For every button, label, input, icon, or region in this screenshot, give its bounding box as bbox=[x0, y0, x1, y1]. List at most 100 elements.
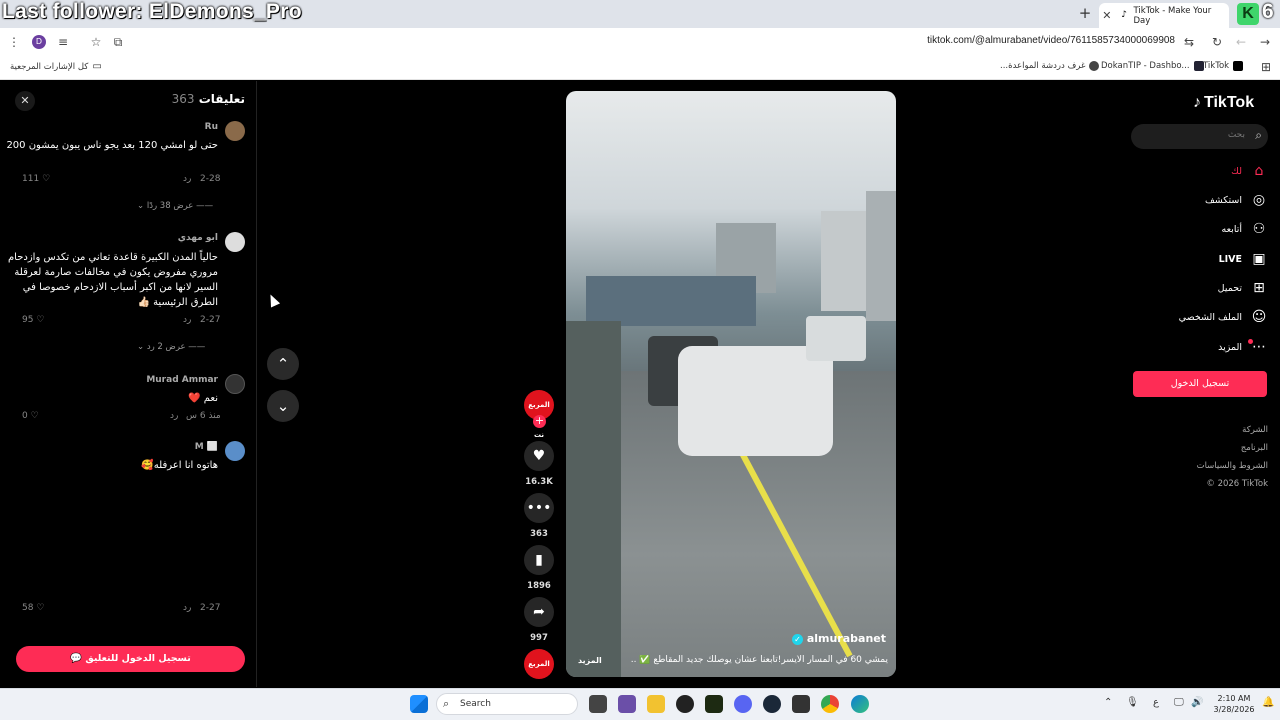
reading-list-icon[interactable]: ≡ bbox=[55, 34, 71, 50]
microphone-icon[interactable]: 🎙 bbox=[1126, 697, 1139, 708]
bookmark-item[interactable]: DokanTIP - Dashbo... bbox=[1101, 61, 1204, 71]
network-icon[interactable]: 🖵 bbox=[1174, 697, 1184, 708]
view-replies-button[interactable]: ⌄ عرض 2 رد —— bbox=[137, 342, 205, 352]
comment-bubble-icon: 💬 bbox=[70, 653, 83, 664]
bookmark-item[interactable]: ...غرف دردشة المواعدة bbox=[1000, 61, 1100, 71]
star-icon[interactable]: ☆ bbox=[88, 34, 104, 50]
video-username[interactable]: ✓ almurabanet bbox=[791, 632, 886, 645]
forward-icon[interactable]: ← bbox=[1233, 34, 1249, 50]
footer-program-link[interactable]: البرنامج bbox=[1241, 443, 1268, 453]
comment-like-button[interactable]: 58 ♡ bbox=[22, 603, 44, 613]
next-video-button[interactable]: ⌄ bbox=[267, 390, 299, 422]
login-button[interactable]: تسجيل الدخول bbox=[1133, 371, 1267, 397]
comment-like-button[interactable]: 0 ♡ bbox=[22, 411, 39, 421]
comment-author[interactable]: Murad Ammar bbox=[146, 375, 218, 385]
comment-author[interactable]: Ru bbox=[205, 122, 218, 132]
previous-video-button[interactable]: ⌃ bbox=[267, 348, 299, 380]
comment-button[interactable]: ••• 363 bbox=[524, 493, 554, 539]
tiktok-logo[interactable]: ♪ TikTok bbox=[1193, 94, 1254, 112]
chevron-down-icon: ⌄ bbox=[276, 397, 290, 415]
reply-button[interactable]: رد bbox=[183, 315, 191, 325]
chevron-up-icon: ⌃ bbox=[276, 355, 290, 373]
extension-k-icon[interactable]: K bbox=[1237, 3, 1259, 25]
view-replies-button[interactable]: ⌄ عرض 38 ردًا —— bbox=[137, 201, 213, 211]
taskbar-clock[interactable]: 2:10 AM 3/28/2026 bbox=[1210, 693, 1258, 715]
task-view-icon[interactable] bbox=[589, 695, 607, 713]
following-icon: ⚇ bbox=[1252, 221, 1266, 237]
chevron-up-icon[interactable]: ⌃ bbox=[1104, 697, 1112, 708]
footer-company-link[interactable]: الشركة bbox=[1242, 425, 1268, 435]
file-explorer-icon[interactable] bbox=[647, 695, 665, 713]
reload-icon[interactable]: ↻ bbox=[1209, 34, 1225, 50]
terminal-icon[interactable] bbox=[705, 695, 723, 713]
discord-icon[interactable] bbox=[734, 695, 752, 713]
comment-like-button[interactable]: 111 ♡ bbox=[22, 174, 50, 184]
avatar[interactable] bbox=[225, 121, 245, 141]
comment-text: حالياً المدن الكبيرة قاعدة تعاني من تكدس… bbox=[7, 252, 218, 308]
app-icon[interactable] bbox=[792, 695, 810, 713]
follow-plus-button[interactable]: + bbox=[533, 415, 546, 428]
avatar[interactable] bbox=[225, 441, 245, 461]
menu-dots-icon[interactable]: ⋮ bbox=[6, 34, 22, 50]
music-disc-avatar[interactable]: المربع نت bbox=[524, 649, 554, 698]
video-player[interactable] bbox=[566, 91, 896, 677]
login-to-comment-button[interactable]: تسجيل الدخول للتعليق 💬 bbox=[16, 646, 245, 672]
share-button[interactable]: ➦ 997 bbox=[524, 597, 554, 643]
overpass bbox=[586, 276, 756, 326]
chevron-down-icon: ⌄ bbox=[137, 201, 145, 211]
reply-button[interactable]: رد bbox=[183, 174, 191, 184]
close-tab-icon[interactable]: ✕ bbox=[1099, 9, 1115, 22]
upload-icon: ⊞ bbox=[1253, 280, 1265, 296]
nav-following[interactable]: أتابعه ⚇ bbox=[1160, 219, 1268, 239]
caption-more-button[interactable]: المزيد bbox=[578, 656, 602, 665]
reply-button[interactable]: رد bbox=[183, 603, 191, 613]
notifications-icon[interactable]: 🔔 bbox=[1262, 697, 1274, 708]
footer-terms-link[interactable]: الشروط والسياسات bbox=[1197, 461, 1268, 471]
nav-for-you[interactable]: لك ⌂ bbox=[1160, 161, 1268, 181]
avatar[interactable] bbox=[225, 232, 245, 252]
volume-icon[interactable]: 🔊 bbox=[1191, 697, 1203, 708]
browser-tab[interactable]: ✕ ♪ TikTok - Make Your Day bbox=[1099, 3, 1229, 28]
bookmark-icon: ▮ bbox=[524, 545, 554, 575]
windows-start-icon[interactable] bbox=[410, 695, 428, 713]
back-icon[interactable]: → bbox=[1257, 34, 1273, 50]
nav-upload[interactable]: تحميل ⊞ bbox=[1160, 278, 1268, 298]
chrome-icon[interactable] bbox=[821, 695, 839, 713]
like-button[interactable]: ♥ 16.3K bbox=[524, 441, 554, 487]
nav-live[interactable]: LIVE ▣ bbox=[1160, 249, 1268, 269]
new-tab-button[interactable]: + bbox=[1078, 5, 1092, 21]
building bbox=[821, 211, 869, 311]
language-indicator[interactable]: ع bbox=[1153, 697, 1159, 708]
install-app-icon[interactable]: ⧉ bbox=[110, 34, 126, 50]
edge-icon[interactable] bbox=[851, 695, 869, 713]
nav-explore[interactable]: استكشف ◎ bbox=[1160, 190, 1268, 210]
nav-profile[interactable]: الملف الشخصي ☺ bbox=[1160, 307, 1268, 327]
close-comments-button[interactable]: ✕ bbox=[15, 91, 35, 111]
comment-date: منذ 6 س bbox=[186, 411, 221, 421]
comment-author[interactable]: ابو مهدي bbox=[178, 233, 218, 243]
save-count: 1896 bbox=[527, 581, 551, 591]
stream-overlay-number: 6 bbox=[1262, 0, 1274, 23]
comment-author[interactable]: M ⬜ bbox=[195, 442, 218, 452]
tune-icon[interactable]: ⇆ bbox=[1181, 34, 1197, 50]
url-field[interactable]: tiktok.com/@almurabanet/video/7611585734… bbox=[800, 35, 1175, 46]
home-icon: ⌂ bbox=[1254, 163, 1264, 179]
comment-like-button[interactable]: 95 ♡ bbox=[22, 315, 44, 325]
reply-button[interactable]: رد bbox=[170, 411, 178, 421]
steam-icon[interactable] bbox=[763, 695, 781, 713]
profile-avatar[interactable]: D bbox=[32, 35, 46, 49]
avatar[interactable] bbox=[225, 374, 245, 394]
taskbar-search[interactable]: ⌕ Search bbox=[436, 693, 578, 715]
save-button[interactable]: ▮ 1896 bbox=[524, 545, 554, 591]
chevron-down-icon: ⌄ bbox=[137, 342, 145, 352]
all-bookmarks-button[interactable]: كل الإشارات المرجعية ▭ bbox=[10, 61, 102, 72]
search-input[interactable]: بحث ⌕ bbox=[1131, 124, 1268, 149]
search-placeholder: بحث bbox=[1227, 130, 1245, 140]
windows-taskbar bbox=[0, 688, 1280, 720]
apps-grid-icon[interactable]: ⊞ bbox=[1261, 60, 1271, 74]
comment-icon: ••• bbox=[524, 493, 554, 523]
app-icon[interactable] bbox=[618, 695, 636, 713]
comment-text: نعم ❤️ bbox=[188, 393, 218, 404]
obs-icon[interactable] bbox=[676, 695, 694, 713]
bookmark-item[interactable]: TikTok bbox=[1203, 61, 1244, 71]
